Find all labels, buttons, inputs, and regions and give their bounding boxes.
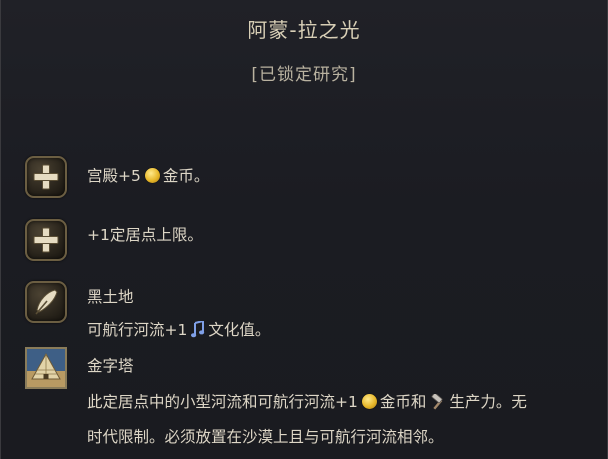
hammer-production-icon	[430, 389, 446, 422]
effect-row-settlement-limit: +1定居点上限。	[25, 219, 589, 261]
effect-text-part: 金币。	[162, 167, 210, 185]
effect-text: 此定居点中的小型河流和可航行河流+1 金币和 生产力。无	[87, 386, 527, 422]
effect-text-part: 此定居点中的小型河流和可航行河流+1	[87, 393, 358, 411]
tooltip-panel: 阿蒙-拉之光 [已锁定研究] 宫殿+5 金币。 +1定居点上限。 黑土地 可航行…	[0, 0, 608, 459]
effect-text: 时代限制。必须放置在沙漠上且与可航行河流相邻。	[87, 428, 444, 446]
culture-note-icon	[191, 317, 205, 350]
effect-text-part: 可航行河流+1	[87, 321, 188, 339]
plus-icon	[25, 219, 67, 261]
gold-coin-icon	[361, 394, 377, 409]
effect-text-part: 文化值。	[208, 321, 271, 339]
effect-text: 宫殿+5 金币。	[87, 160, 209, 193]
plus-icon	[25, 156, 67, 198]
effect-heading: 黑土地	[87, 288, 134, 306]
effect-text: 可航行河流+1 文化值。	[87, 314, 270, 350]
effect-row-pyramid: 金字塔 此定居点中的小型河流和可航行河流+1 金币和 生产力。无 时代限制。必须放置…	[25, 347, 589, 457]
effect-row-palace-gold: 宫殿+5 金币。	[25, 156, 589, 198]
effect-text-part: 金币和	[379, 393, 427, 411]
effect-row-black-land: 黑土地 可航行河流+1 文化值。	[25, 281, 589, 351]
effect-text-part: 生产力。无	[449, 393, 527, 411]
effect-text: +1定居点上限。	[87, 226, 203, 244]
tooltip-title: 阿蒙-拉之光	[247, 18, 361, 42]
gold-coin-icon	[144, 168, 160, 183]
effect-heading: 金字塔	[87, 357, 134, 375]
feather-quill-icon	[25, 281, 67, 323]
tooltip-subtitle: [已锁定研究]	[251, 65, 357, 85]
effect-text-part: 宫殿+5	[87, 167, 141, 185]
pyramid-icon	[25, 347, 67, 389]
